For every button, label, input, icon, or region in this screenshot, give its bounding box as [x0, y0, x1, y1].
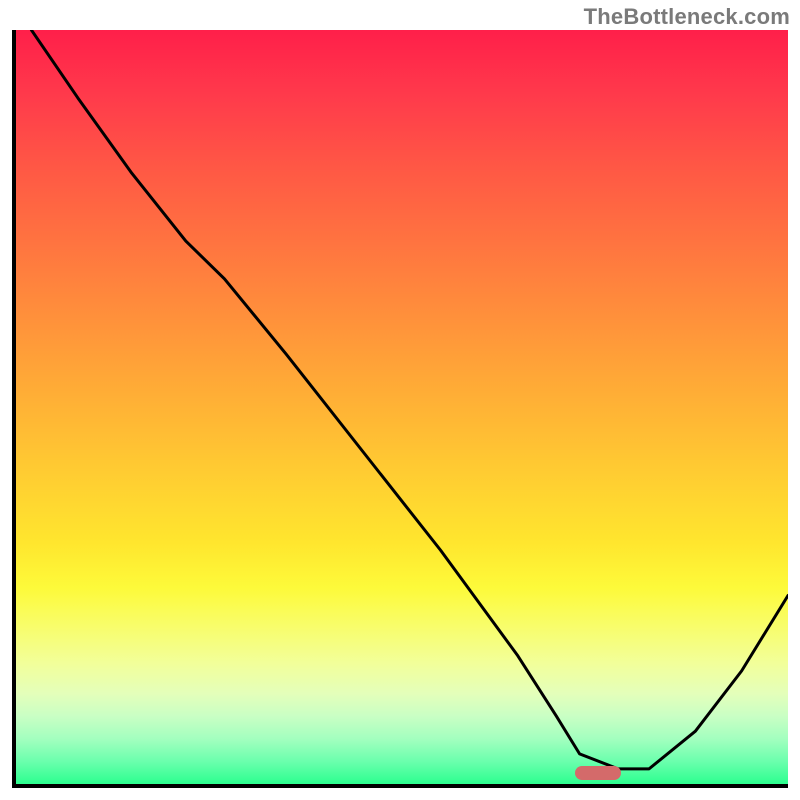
- watermark-text: TheBottleneck.com: [584, 4, 790, 30]
- optimal-point-marker: [575, 766, 621, 780]
- curve-svg: [16, 30, 788, 784]
- plot-frame: [12, 30, 788, 788]
- bottleneck-curve: [31, 30, 788, 769]
- chart-container: TheBottleneck.com: [0, 0, 800, 800]
